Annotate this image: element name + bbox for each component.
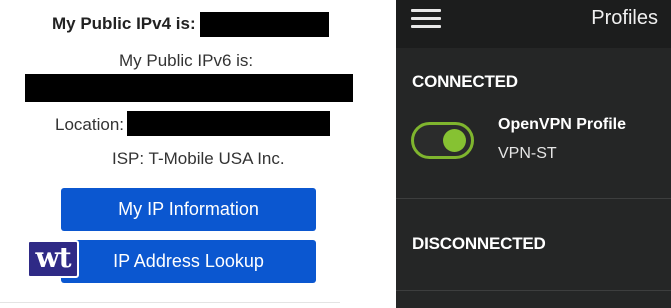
- ipv4-label: My Public IPv4 is:: [52, 14, 196, 33]
- profile-name[interactable]: OpenVPN Profile: [498, 116, 626, 134]
- ipv6-label: My Public IPv6 is:: [119, 51, 254, 70]
- isp-text: ISP: T-Mobile USA Inc.: [112, 149, 285, 168]
- ip-address-lookup-button[interactable]: IP Address Lookup: [61, 240, 316, 283]
- divider: [396, 290, 671, 291]
- toggle-knob: [443, 129, 466, 152]
- vpn-profiles-panel: Profiles CONNECTED OpenVPN Profile VPN-S…: [396, 0, 671, 308]
- redacted-ipv6-value: [25, 74, 353, 102]
- page-title: Profiles: [591, 7, 658, 29]
- profile-server: VPN-ST: [498, 145, 557, 162]
- divider: [0, 302, 340, 303]
- ip-info-panel: My Public IPv4 is: My Public IPv6 is: Lo…: [0, 0, 396, 308]
- hamburger-menu-icon[interactable]: [411, 9, 441, 31]
- disconnected-section-header: DISCONNECTED: [412, 234, 546, 253]
- divider: [396, 198, 671, 199]
- my-ip-information-button[interactable]: My IP Information: [61, 188, 316, 231]
- connected-section-header: CONNECTED: [412, 72, 518, 91]
- redacted-location-value: [127, 111, 330, 136]
- redacted-ipv4-value: [200, 12, 329, 37]
- profile-connection-toggle[interactable]: [411, 122, 474, 159]
- wt-logo: wt: [27, 240, 79, 278]
- top-bar: Profiles: [396, 0, 671, 48]
- location-label: Location:: [55, 115, 124, 134]
